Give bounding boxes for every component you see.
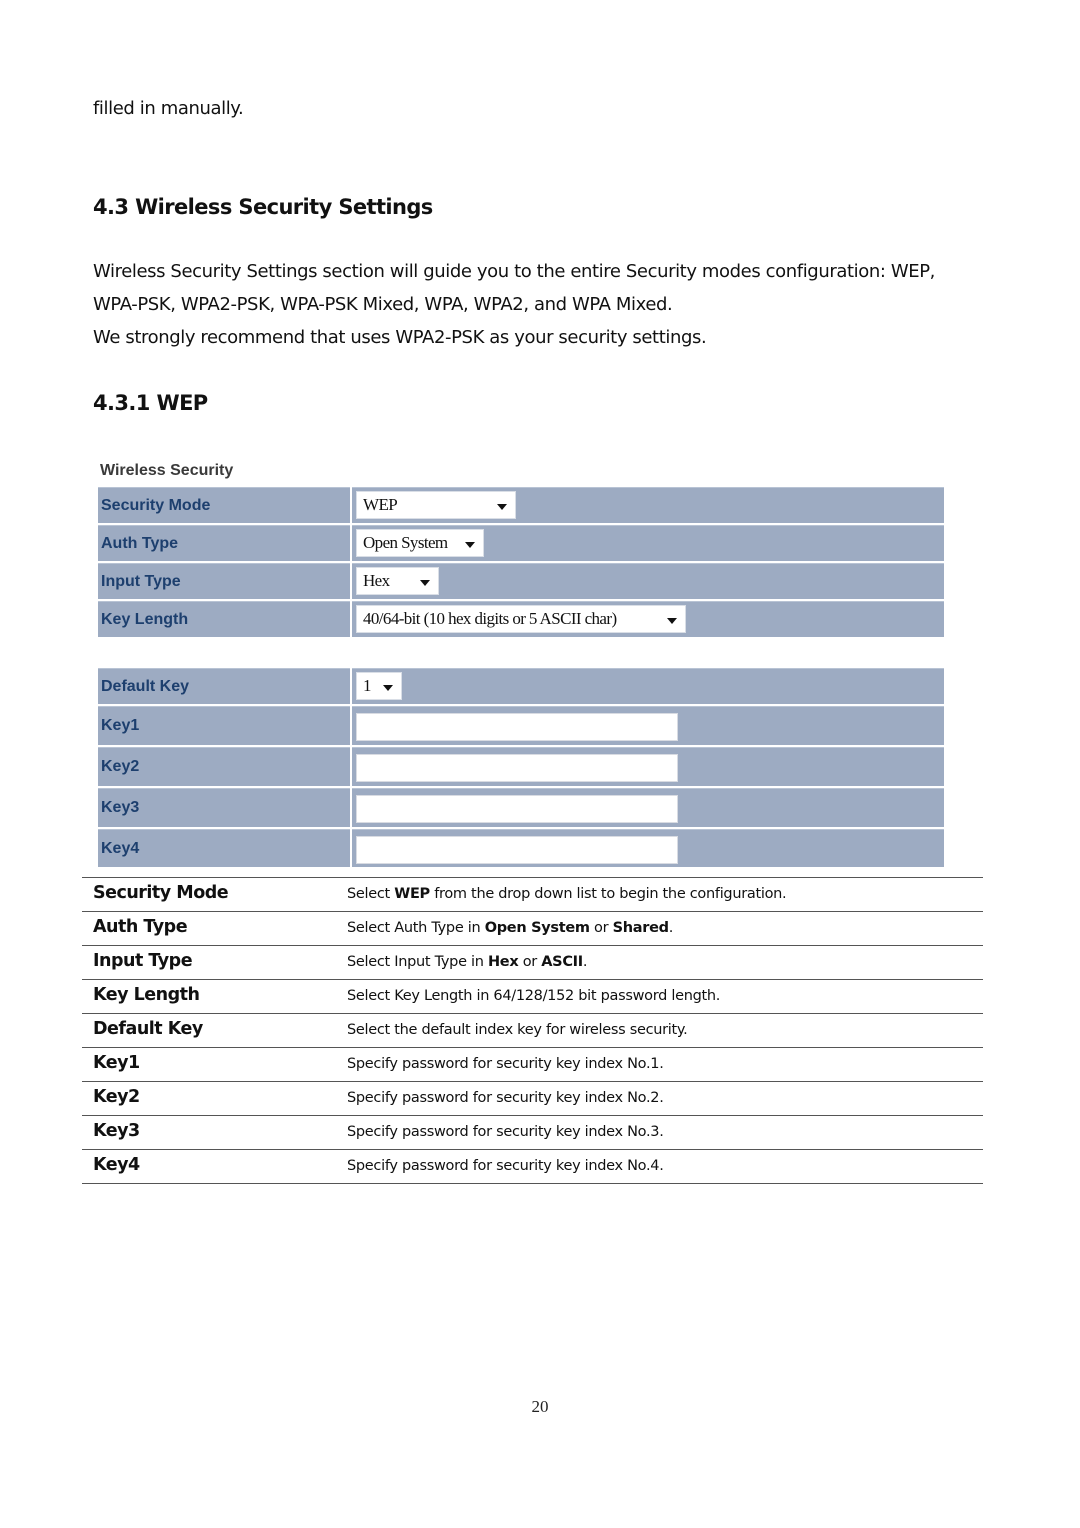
field-name: Key1 — [93, 1053, 140, 1073]
field-name: Key Length — [93, 985, 200, 1005]
table-row: Key1 Specify password for security key in… — [82, 1047, 983, 1081]
field-description: Select Input Type in Hex or ASCII. — [347, 954, 588, 970]
form-row-key2: Key2 — [98, 747, 944, 786]
field-description: Specify password for security key index … — [347, 1158, 664, 1174]
section-heading: 4.3 Wireless Security Settings — [93, 195, 433, 219]
form-row-auth-type: Auth Type Open System — [98, 525, 944, 561]
form-row-key1: Key1 — [98, 706, 944, 745]
form-row-default-key: Default Key 1 — [98, 668, 944, 704]
form-row-key3: Key3 — [98, 788, 944, 827]
table-row: Default Key Select the default index key … — [82, 1013, 983, 1047]
field-name: Auth Type — [93, 917, 188, 937]
paragraph-line: We strongly recommend that uses WPA2-PSK… — [93, 327, 707, 348]
paragraph-line: Wireless Security Settings section will … — [93, 261, 935, 282]
form-row-key4: Key4 — [98, 829, 944, 867]
form-title: Wireless Security — [100, 462, 234, 479]
auth-type-select[interactable]: Open System — [356, 529, 484, 557]
field-description-table: Security Mode Select WEP from the drop do… — [82, 877, 983, 1184]
key1-input[interactable] — [356, 713, 678, 741]
key-length-select[interactable]: 40/64-bit (10 hex digits or 5 ASCII char… — [356, 605, 686, 633]
field-description: Select WEP from the drop down list to be… — [347, 886, 787, 902]
field-name: Key2 — [93, 1087, 140, 1107]
selected-value: 1 — [363, 676, 371, 695]
field-label: Key4 — [101, 839, 140, 857]
input-type-select[interactable]: Hex — [356, 567, 439, 595]
dropdown-arrow-icon — [420, 580, 430, 586]
field-description: Specify password for security key index … — [347, 1090, 664, 1106]
table-row: Key Length Select Key Length in 64/128/15… — [82, 979, 983, 1013]
paragraph-line: WPA-PSK, WPA2-PSK, WPA-PSK Mixed, WPA, W… — [93, 294, 673, 315]
field-name: Key3 — [93, 1121, 140, 1141]
page-number: 20 — [531, 1397, 549, 1416]
dropdown-arrow-icon — [667, 618, 677, 624]
field-label: Auth Type — [101, 534, 179, 552]
field-name: Security Mode — [93, 883, 229, 903]
field-label: Input Type — [101, 572, 181, 590]
field-name: Input Type — [93, 951, 193, 971]
key3-input[interactable] — [356, 795, 678, 823]
table-row: Security Mode Select WEP from the drop do… — [82, 877, 983, 911]
key2-input[interactable] — [356, 754, 678, 782]
field-label: Default Key — [101, 677, 190, 695]
field-label: Key3 — [101, 799, 140, 816]
field-label: Key Length — [101, 610, 189, 628]
table-row: Key4 Specify password for security key in… — [82, 1149, 983, 1184]
default-key-select[interactable]: 1 — [356, 672, 402, 700]
field-name: Key4 — [93, 1155, 140, 1175]
form-row-key-length: Key Length 40/64-bit (10 hex digits or 5… — [98, 601, 944, 637]
field-description: Specify password for security key index … — [347, 1056, 664, 1072]
key4-input[interactable] — [356, 836, 678, 864]
form-row-security-mode: Security Mode WEP — [98, 487, 944, 523]
field-label: Key2 — [101, 758, 140, 775]
field-label: Security Mode — [101, 496, 211, 514]
subsection-heading: 4.3.1 WEP — [93, 391, 208, 415]
selected-value: Open System — [363, 533, 448, 552]
table-row: Key2 Specify password for security key in… — [82, 1081, 983, 1115]
selected-value: 40/64-bit (10 hex digits or 5 ASCII char… — [363, 609, 617, 628]
form-row-input-type: Input Type Hex — [98, 563, 944, 599]
dropdown-arrow-icon — [497, 504, 507, 510]
table-row: Key3 Specify password for security key in… — [82, 1115, 983, 1149]
intro-fragment: filled in manually. — [93, 98, 244, 119]
field-description: Select Auth Type in Open System or Share… — [347, 920, 673, 936]
table-row: Input Type Select Input Type in Hex or AS… — [82, 945, 983, 979]
table-row: Auth Type Select Auth Type in Open System… — [82, 911, 983, 945]
selected-value: WEP — [363, 495, 398, 514]
selected-value: Hex — [363, 571, 390, 590]
field-description: Select the default index key for wireles… — [347, 1022, 688, 1038]
dropdown-arrow-icon — [465, 542, 475, 548]
field-description: Specify password for security key index … — [347, 1124, 664, 1140]
field-name: Default Key — [93, 1019, 203, 1039]
field-description: Select Key Length in 64/128/152 bit pass… — [347, 988, 721, 1004]
field-label: Key1 — [101, 717, 140, 734]
security-mode-select[interactable]: WEP — [356, 491, 516, 519]
dropdown-arrow-icon — [383, 685, 393, 691]
